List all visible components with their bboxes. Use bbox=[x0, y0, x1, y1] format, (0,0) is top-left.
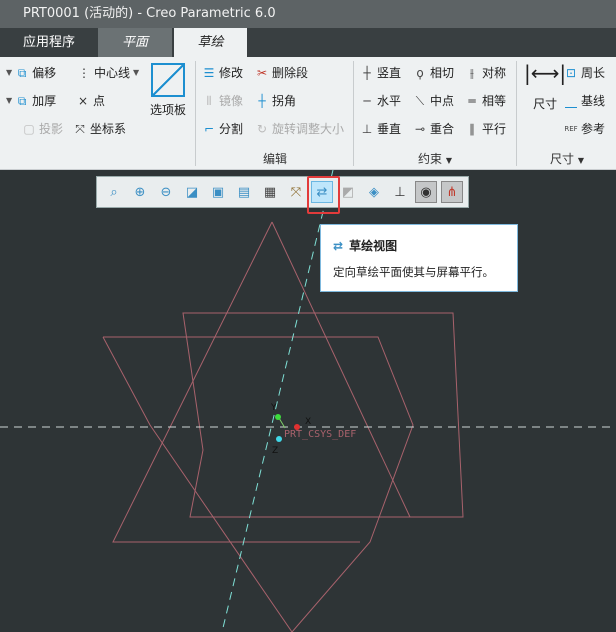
view-toolbar: ⌕ ⊕ ⊖ ◪ ▣ ▤ ▦ ⤧ ⇄ ◩ ◈ ⊥ ◉ ⋔ bbox=[96, 176, 469, 208]
dimension-button[interactable]: |⟷| 尺寸 bbox=[524, 61, 567, 112]
perpendicular-icon: ⊥ bbox=[361, 121, 373, 136]
section-icon[interactable]: ◈ bbox=[363, 181, 385, 203]
modify-button[interactable]: ☰ 修改 bbox=[202, 64, 243, 81]
divide-icon: ⌐ bbox=[203, 121, 215, 136]
sketch-parallelogram bbox=[182, 312, 464, 518]
palette-button[interactable]: 选项板 bbox=[150, 63, 186, 118]
tooltip: ⇄ 草绘视图 定向草绘平面使其与屏幕平行。 bbox=[320, 224, 518, 292]
palette-icon bbox=[151, 63, 185, 97]
reference-icon: REF bbox=[564, 124, 578, 133]
parallel-button[interactable]: ∥ 平行 bbox=[465, 120, 506, 137]
edit-group-label: 编辑 bbox=[263, 152, 288, 166]
baseline-button[interactable]: ⎽ 基线 bbox=[564, 92, 605, 109]
coincident-button[interactable]: ⊸ 重合 bbox=[413, 120, 454, 137]
thicken-icon: ⧉ bbox=[17, 93, 27, 108]
csys-z-point bbox=[276, 436, 282, 442]
tab-plane[interactable]: 平面 bbox=[98, 28, 172, 57]
coordsys-icon: ⤧ bbox=[75, 121, 85, 136]
point-icon: × bbox=[77, 93, 89, 108]
tangent-button[interactable]: ϙ 相切 bbox=[413, 64, 454, 81]
sketch-canvas[interactable]: Y X Z PRT_CSYS_DEF bbox=[0, 170, 616, 632]
horizontal-button[interactable]: ─ 水平 bbox=[360, 92, 401, 109]
mirror-icon: ⫴ bbox=[206, 93, 212, 108]
vertical-button[interactable]: ┼ 竖直 bbox=[360, 64, 401, 81]
offset-button[interactable]: ▼ ⧉ 偏移 bbox=[6, 64, 56, 81]
mirror-button[interactable]: ⫴ 镜像 bbox=[202, 92, 243, 109]
centerline-icon: ⋮ bbox=[78, 65, 90, 80]
corner-button[interactable]: ┼ 拐角 bbox=[255, 92, 296, 109]
constraint-display-toggle-icon[interactable]: ⋔ bbox=[441, 181, 463, 203]
perimeter-button[interactable]: ⊡ 周长 bbox=[564, 64, 605, 81]
sketch-triangle-down bbox=[102, 336, 414, 632]
project-icon: ▢ bbox=[23, 121, 35, 136]
csys-label: PRT_CSYS_DEF bbox=[284, 429, 356, 440]
ribbon: ▼ ⧉ 偏移 ⋮ 中心线 ▼ ▼ ⧉ 加厚 × 点 ▢ 投影 ⤧ 坐标系 选项板 ☰ 修改 ✂ 删除段… bbox=[0, 57, 616, 170]
view-manager-icon[interactable]: ▦ bbox=[259, 181, 281, 203]
rotate-resize-icon: ↻ bbox=[256, 121, 268, 136]
tooltip-title: 草绘视图 bbox=[349, 239, 398, 253]
centerline-button[interactable]: ⋮ 中心线 ▼ bbox=[77, 64, 139, 81]
constrain-group-button[interactable]: 约束 ▼ bbox=[418, 150, 452, 167]
symmetric-button[interactable]: ⫲ 对称 bbox=[465, 64, 506, 81]
thicken-button[interactable]: ▼ ⧉ 加厚 bbox=[6, 92, 56, 109]
tooltip-description: 定向草绘平面使其与屏幕平行。 bbox=[333, 265, 494, 279]
reference-button[interactable]: REF 参考 bbox=[564, 120, 605, 137]
sketch-view-icon: ⇄ bbox=[333, 238, 344, 253]
zoom-in-icon[interactable]: ⊕ bbox=[129, 181, 151, 203]
coordsys-button[interactable]: ⤧ 坐标系 bbox=[73, 120, 126, 137]
sketcher-display-icon[interactable]: ⊥ bbox=[389, 181, 411, 203]
perpendicular-button[interactable]: ⊥ 垂直 bbox=[360, 120, 401, 137]
symmetric-icon: ⫲ bbox=[470, 65, 474, 80]
perimeter-icon: ⊡ bbox=[565, 65, 577, 80]
equal-button[interactable]: ═ 相等 bbox=[465, 92, 506, 109]
sketch-triangle-up bbox=[112, 221, 273, 543]
dimension-display-toggle-icon[interactable]: ◉ bbox=[415, 181, 437, 203]
project-button[interactable]: ▢ 投影 bbox=[22, 120, 63, 137]
point-button[interactable]: × 点 bbox=[76, 92, 105, 109]
window-title: PRT0001 (活动的) - Creo Parametric 6.0 bbox=[0, 0, 616, 28]
divide-button[interactable]: ⌐ 分割 bbox=[202, 120, 243, 137]
corner-icon: ┼ bbox=[258, 93, 266, 108]
tab-applications[interactable]: 应用程序 bbox=[0, 28, 98, 57]
display-style-icon[interactable]: ▣ bbox=[207, 181, 229, 203]
datum-display-icon[interactable]: ⤧ bbox=[285, 181, 307, 203]
csys-y-point bbox=[275, 414, 281, 420]
coincident-icon: ⊸ bbox=[414, 121, 426, 136]
ribbon-tabs: 应用程序 平面 草绘 bbox=[0, 28, 616, 57]
vertical-icon: ┼ bbox=[363, 65, 371, 80]
delete-segment-button[interactable]: ✂ 删除段 bbox=[255, 64, 308, 81]
equal-icon: ═ bbox=[468, 93, 476, 108]
saved-views-icon[interactable]: ▤ bbox=[233, 181, 255, 203]
tab-sketch[interactable]: 草绘 bbox=[174, 28, 247, 57]
chevron-down-icon: ▼ bbox=[133, 68, 140, 77]
view-orientation-icon[interactable]: ◩ bbox=[337, 181, 359, 203]
dimension-icon: |⟷| bbox=[524, 61, 567, 85]
zoom-out-icon[interactable]: ⊖ bbox=[155, 181, 177, 203]
midpoint-button[interactable]: ⟍ 中点 bbox=[413, 92, 454, 109]
midpoint-icon: ⟍ bbox=[415, 93, 425, 108]
dimension-group-button[interactable]: 尺寸 ▼ bbox=[550, 150, 584, 167]
angled-centerline bbox=[221, 170, 334, 632]
z-label: Z bbox=[272, 446, 278, 456]
repaint-icon[interactable]: ◪ bbox=[181, 181, 203, 203]
x-label: X bbox=[305, 417, 311, 427]
refit-icon[interactable]: ⌕ bbox=[103, 181, 125, 203]
modify-icon: ☰ bbox=[203, 65, 215, 80]
parallel-icon: ∥ bbox=[469, 121, 475, 136]
baseline-icon: ⎽ bbox=[564, 93, 577, 108]
y-label: Y bbox=[270, 403, 277, 413]
offset-icon: ⧉ bbox=[17, 65, 27, 80]
tangent-icon: ϙ bbox=[416, 65, 424, 80]
rotate-resize-button[interactable]: ↻ 旋转调整大小 bbox=[255, 120, 344, 137]
horizontal-icon: ─ bbox=[363, 93, 371, 108]
highlight-box bbox=[307, 176, 340, 214]
delete-segment-icon: ✂ bbox=[256, 65, 268, 80]
